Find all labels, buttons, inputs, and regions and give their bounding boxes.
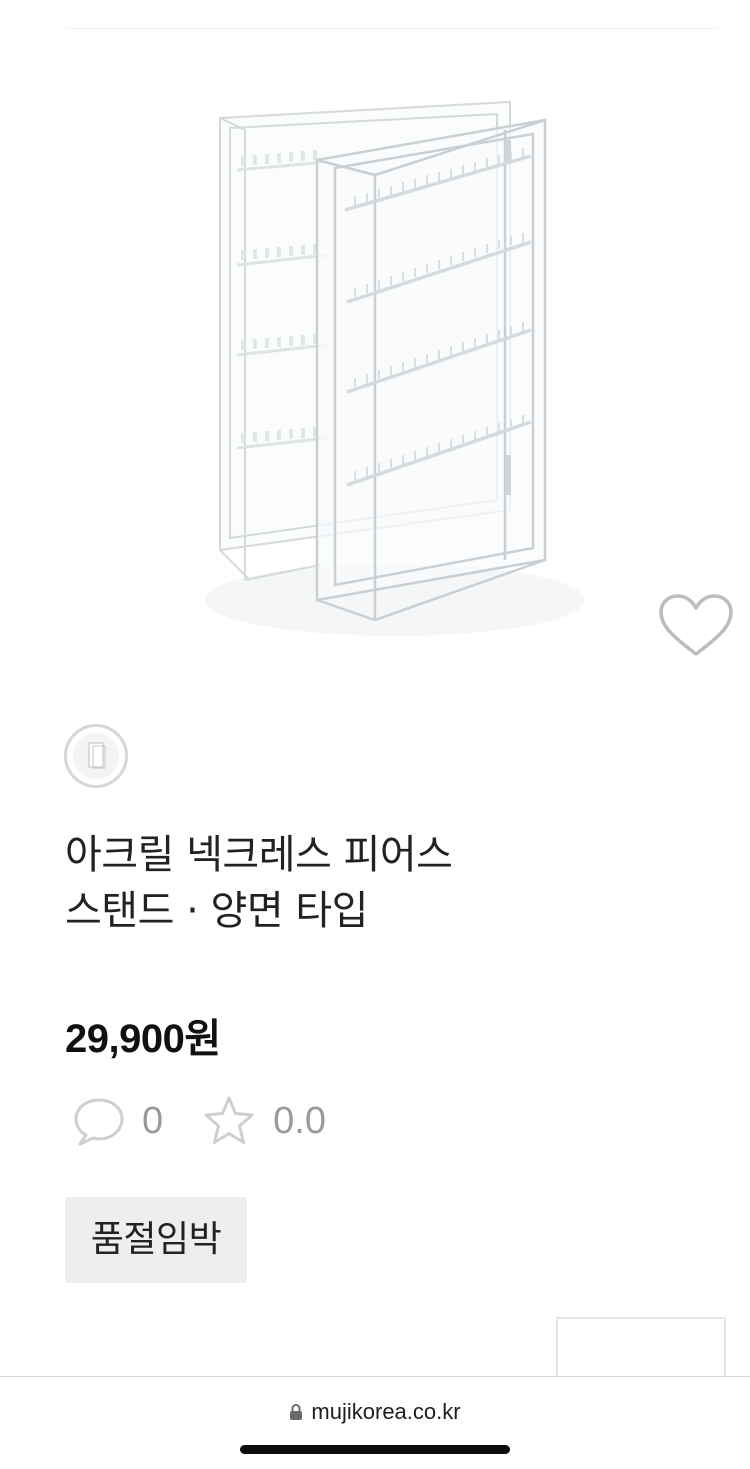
product-title: 아크릴 넥크레스 피어스 스탠드 · 양면 타입 [65,827,685,939]
heart-icon [656,591,736,659]
color-swatch-thumbnail [73,733,119,779]
product-title-line1: 아크릴 넥크레스 피어스 [65,831,453,878]
product-detail-page: 아크릴 넥크레스 피어스 스탠드 · 양면 타입 29,900원 0 0.0 품… [0,0,750,1469]
product-image[interactable] [65,30,736,680]
comment-icon [74,1098,124,1146]
product-title-line2: 스탠드 · 양면 타입 [65,887,368,934]
color-swatch[interactable] [64,724,128,788]
divider [65,28,717,29]
acrylic-stand-illustration [205,100,585,636]
lock-icon [290,1404,303,1420]
review-count-value: 0 [142,1099,164,1142]
product-stats: 0 0.0 [72,1092,326,1150]
url-display[interactable]: mujikorea.co.kr [0,1399,750,1425]
wishlist-button[interactable] [655,590,737,662]
rating-value: 0.0 [273,1099,326,1142]
rating[interactable]: 0.0 [201,1094,326,1148]
product-price: 29,900원 [65,1017,221,1061]
low-stock-badge: 품절임박 [65,1197,247,1283]
browser-address-bar[interactable]: mujikorea.co.kr [0,1376,750,1469]
url-text: mujikorea.co.kr [311,1399,461,1424]
home-indicator[interactable] [240,1445,510,1454]
star-icon [204,1096,254,1144]
review-count[interactable]: 0 [72,1095,163,1147]
